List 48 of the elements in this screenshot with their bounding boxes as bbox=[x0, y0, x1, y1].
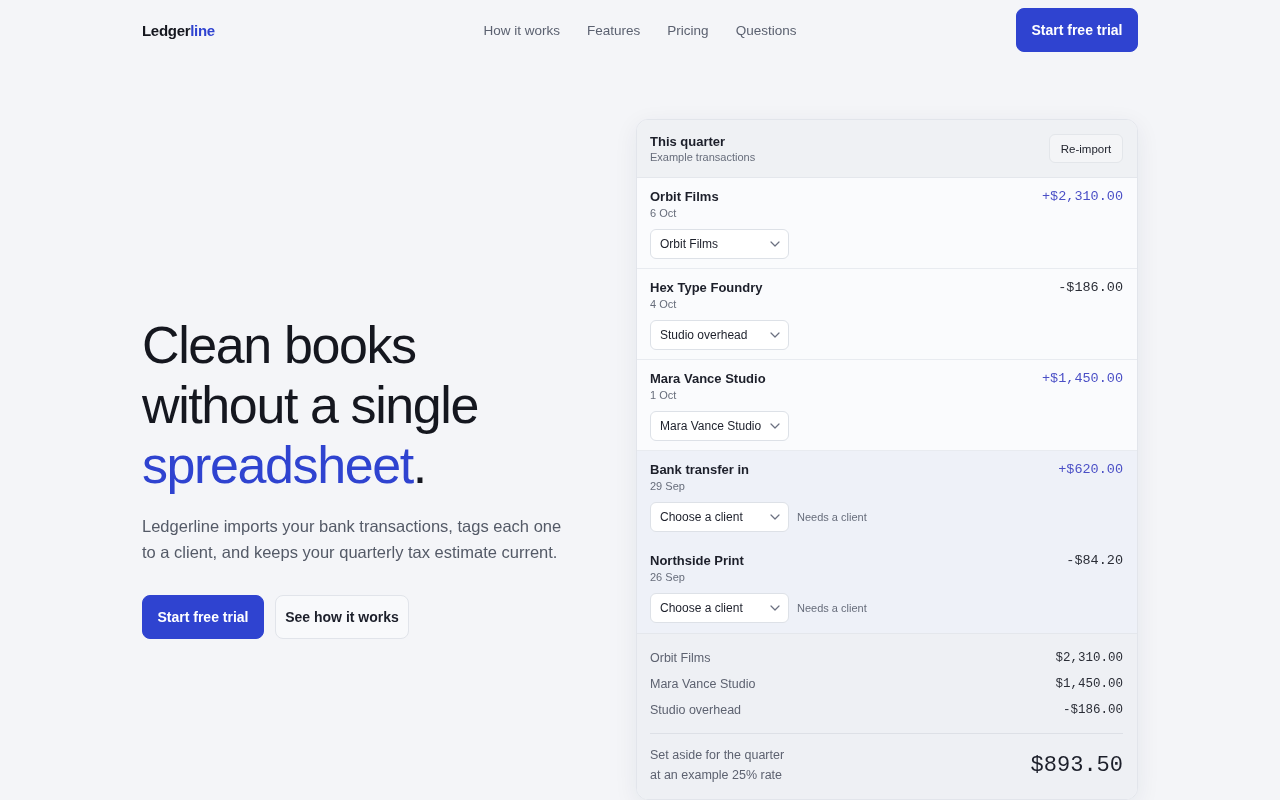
logo[interactable]: Ledgerline bbox=[142, 21, 215, 39]
needs-client-note: Needs a client bbox=[797, 511, 867, 523]
chevron-down-icon bbox=[770, 332, 780, 338]
transaction-date: 1 Oct bbox=[650, 388, 678, 403]
transaction-amount: +$620.00 bbox=[1058, 462, 1123, 478]
chevron-down-icon bbox=[770, 423, 780, 429]
chevron-down-icon bbox=[770, 514, 780, 520]
summary-amount: $2,310.00 bbox=[1055, 651, 1123, 665]
transaction-amount: -$84.20 bbox=[1066, 553, 1123, 569]
transaction-date: 29 Sep bbox=[650, 479, 686, 494]
transaction-amount: +$1,450.00 bbox=[1042, 371, 1123, 387]
hero-description: Ledgerline imports your bank transactions, tags each one to a client, and keeps your quarterly tax estimate current. bbox=[142, 516, 563, 563]
card-subtitle: Example transactions bbox=[650, 149, 756, 165]
needs-client-note: Needs a client bbox=[797, 602, 867, 614]
nav-link[interactable]: Features bbox=[587, 22, 641, 38]
transaction-amount: -$186.00 bbox=[1058, 280, 1123, 296]
hero-heading: Clean books without a single spreadsheet. bbox=[142, 315, 479, 495]
payee-name: Bank transfer in bbox=[650, 462, 749, 478]
payee-name: Hex Type Foundry bbox=[650, 280, 763, 296]
nav-link[interactable]: How it works bbox=[483, 22, 561, 38]
payee-name: Northside Print bbox=[650, 553, 744, 569]
client-select[interactable]: Mara Vance Studio bbox=[650, 411, 789, 441]
client-select[interactable]: Studio overhead bbox=[650, 320, 789, 350]
client-select[interactable]: Orbit Films bbox=[650, 229, 789, 259]
total-label: Set aside for the quarter at an example 25% rate bbox=[650, 747, 785, 784]
nav-link[interactable]: Pricing bbox=[667, 22, 709, 38]
client-select[interactable]: Choose a client bbox=[650, 593, 789, 623]
chevron-down-icon bbox=[770, 605, 780, 611]
transaction-date: 26 Sep bbox=[650, 570, 686, 585]
client-select[interactable]: Choose a client bbox=[650, 502, 789, 532]
chevron-down-icon bbox=[770, 241, 780, 247]
summary-label: Studio overhead bbox=[650, 703, 742, 717]
transaction-date: 4 Oct bbox=[650, 297, 678, 312]
reimport-button[interactable]: Re-import bbox=[1049, 134, 1123, 163]
start-trial-button[interactable]: Start free trial bbox=[1016, 8, 1138, 52]
summary-amount: -$186.00 bbox=[1063, 703, 1123, 717]
card-title: This quarter bbox=[650, 132, 727, 150]
transaction-date: 6 Oct bbox=[650, 206, 678, 221]
total-amount: $893.50 bbox=[1030, 752, 1123, 778]
start-trial-button[interactable]: Start free trial bbox=[142, 595, 264, 639]
see-how-button[interactable]: See how it works bbox=[275, 595, 409, 639]
payee-name: Mara Vance Studio bbox=[650, 371, 766, 387]
summary-amount: $1,450.00 bbox=[1055, 677, 1123, 691]
transaction-amount: +$2,310.00 bbox=[1042, 189, 1123, 205]
summary-label: Orbit Films bbox=[650, 651, 711, 665]
nav-link[interactable]: Questions bbox=[735, 22, 797, 38]
summary-label: Mara Vance Studio bbox=[650, 677, 756, 691]
payee-name: Orbit Films bbox=[650, 189, 719, 205]
